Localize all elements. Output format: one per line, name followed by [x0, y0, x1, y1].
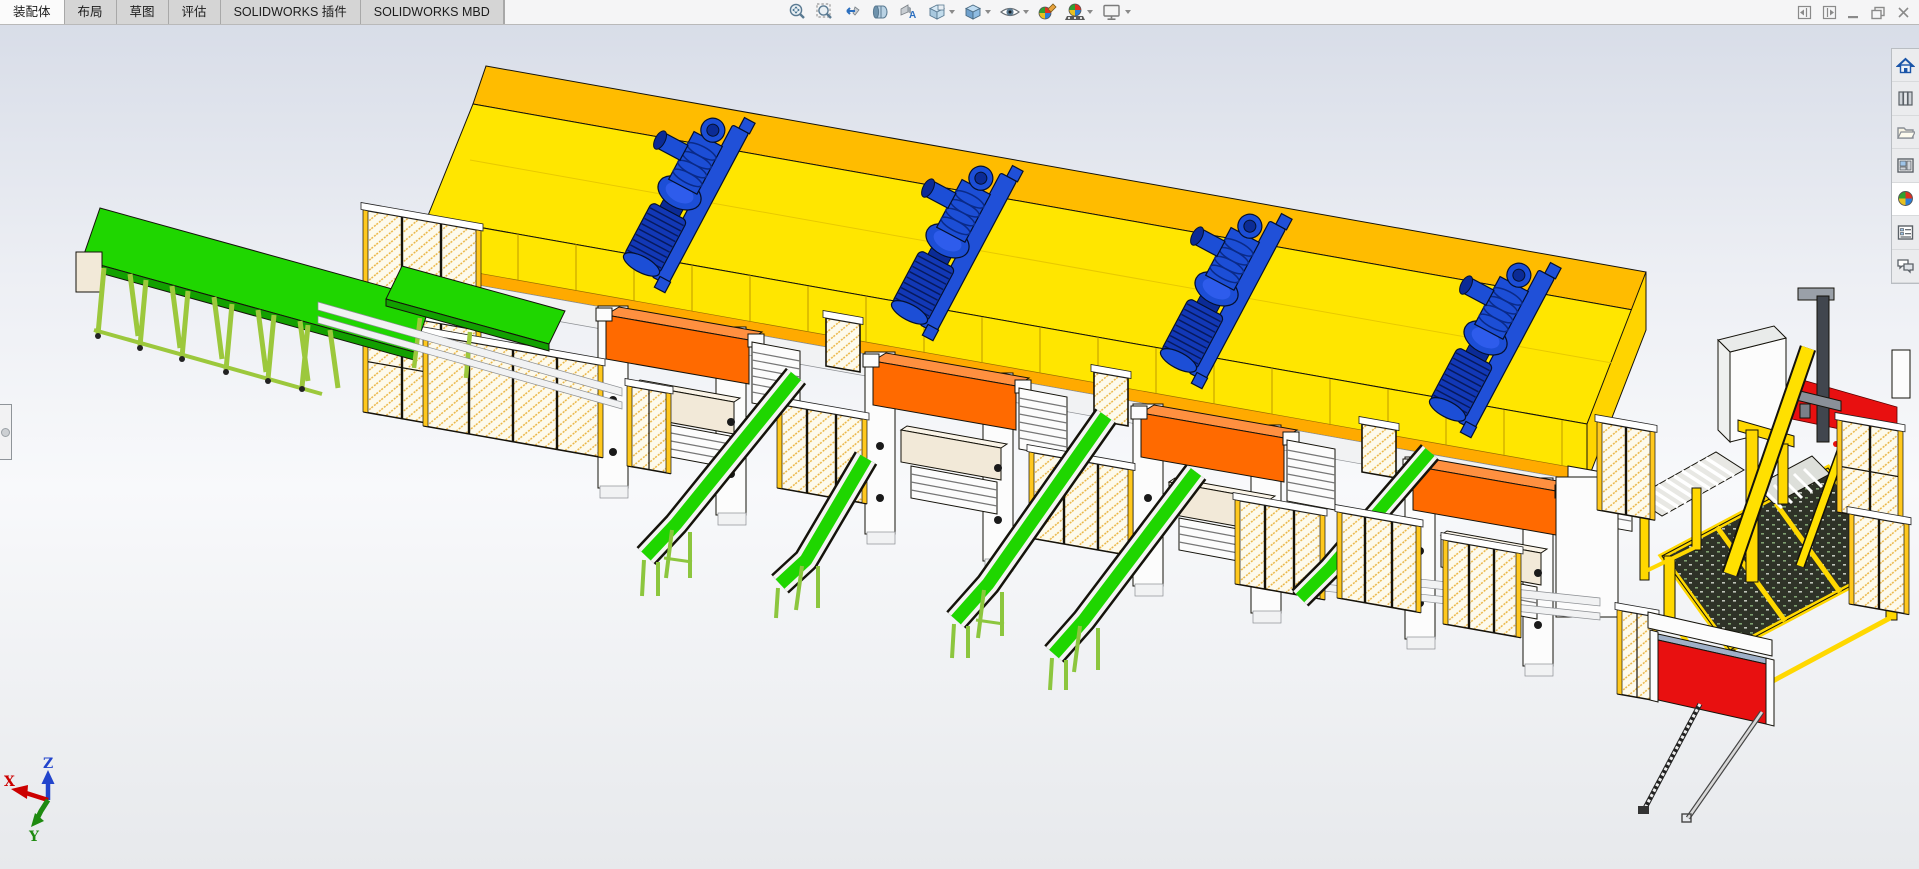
- zoom-to-area-button[interactable]: [814, 1, 836, 23]
- close-button[interactable]: [1896, 5, 1911, 20]
- flyout-expand-icon: [1, 427, 10, 437]
- edit-appearance-button[interactable]: [1036, 1, 1058, 23]
- tab-solidworks-addins[interactable]: SOLIDWORKS 插件: [221, 0, 361, 24]
- close-icon: [1898, 6, 1909, 18]
- previous-view-icon: [846, 6, 860, 16]
- zoom-to-fit-button[interactable]: [786, 1, 808, 23]
- solidworks-window: 装配体 布局 草图 评估 SOLIDWORKS 插件 SOLIDWORKS MB…: [0, 0, 1919, 869]
- display-style-button[interactable]: [962, 1, 992, 23]
- hide-show-items-dropdown[interactable]: [1023, 10, 1029, 14]
- svg-text:A: A: [909, 10, 916, 21]
- zoom-to-fit-icon: [789, 3, 805, 19]
- form-icon: [1897, 225, 1914, 240]
- color-sphere-icon: [1898, 191, 1913, 207]
- view-orientation-dropdown[interactable]: [949, 10, 955, 14]
- display-style-dropdown[interactable]: [985, 10, 991, 14]
- annotation-views-button[interactable]: A: [898, 1, 920, 23]
- minimize-icon: [1848, 15, 1858, 18]
- taskpane-file-explorer[interactable]: [1892, 116, 1919, 150]
- annotation-views-icon: A: [900, 4, 916, 21]
- toggle-right-pane-button[interactable]: [1822, 5, 1837, 20]
- tab-evaluate[interactable]: 评估: [169, 0, 221, 24]
- taskpane-custom-properties[interactable]: [1892, 216, 1919, 250]
- apply-scene-icon: [1065, 3, 1085, 20]
- taskpane-solidworks-resources[interactable]: [1892, 49, 1919, 83]
- folder-icon: [1897, 126, 1915, 139]
- assembly-model: Z X Y: [0, 24, 1919, 869]
- tab-solidworks-mbd[interactable]: SOLIDWORKS MBD: [361, 0, 504, 24]
- toggle-left-pane-icon: [1797, 5, 1812, 19]
- ribbon-tabs: 装配体 布局 草图 评估 SOLIDWORKS 插件 SOLIDWORKS MB…: [0, 0, 505, 24]
- view-settings-icon: [1103, 4, 1120, 20]
- tab-layout[interactable]: 布局: [65, 0, 117, 24]
- home-icon: [1896, 57, 1915, 73]
- zoom-to-area-icon: [816, 3, 832, 19]
- hide-show-items-button[interactable]: [998, 1, 1030, 23]
- view-settings-button[interactable]: [1100, 1, 1132, 23]
- view-orientation-icon: [928, 4, 946, 20]
- ribbon-bar: 装配体 布局 草图 评估 SOLIDWORKS 插件 SOLIDWORKS MB…: [0, 0, 1919, 25]
- triad-x-label: X: [4, 774, 15, 790]
- taskpane-appearances-scenes[interactable]: [1892, 182, 1919, 217]
- hide-show-items-icon: [1000, 7, 1020, 17]
- apply-scene-dropdown[interactable]: [1087, 10, 1093, 14]
- heads-up-view-toolbar: A: [786, 0, 1132, 24]
- chat-icon: [1897, 259, 1914, 274]
- apply-scene-button[interactable]: [1064, 1, 1094, 23]
- tab-sketch[interactable]: 草图: [117, 0, 169, 24]
- featuremanager-flyout-tab[interactable]: [0, 404, 12, 460]
- triad-z-label: Z: [43, 756, 53, 772]
- section-view-icon: [872, 5, 888, 19]
- edit-appearance-icon: [1038, 3, 1057, 20]
- dispenser-mast: [1816, 295, 1830, 443]
- taskpane-view-palette[interactable]: [1892, 149, 1919, 183]
- graphics-area[interactable]: Z X Y: [0, 24, 1919, 869]
- minimize-button[interactable]: [1847, 5, 1860, 20]
- tab-assembly[interactable]: 装配体: [0, 0, 65, 24]
- restore-button[interactable]: [1870, 5, 1886, 20]
- taskpane-design-library[interactable]: [1892, 82, 1919, 116]
- view-orientation-button[interactable]: [926, 1, 956, 23]
- view-palette-icon: [1897, 158, 1914, 173]
- section-view-button[interactable]: [870, 1, 892, 23]
- toggle-left-pane-button[interactable]: [1797, 5, 1812, 20]
- window-controls: [1797, 0, 1911, 24]
- view-settings-dropdown[interactable]: [1125, 10, 1131, 14]
- taskpane-solidworks-forum[interactable]: [1892, 250, 1919, 283]
- books-icon: [1898, 91, 1913, 106]
- display-style-icon: [964, 4, 982, 20]
- toggle-right-pane-icon: [1822, 5, 1837, 19]
- triad-y-label: Y: [28, 829, 40, 845]
- previous-view-button[interactable]: [842, 1, 864, 23]
- restore-icon: [1871, 6, 1885, 19]
- task-pane: [1891, 48, 1919, 284]
